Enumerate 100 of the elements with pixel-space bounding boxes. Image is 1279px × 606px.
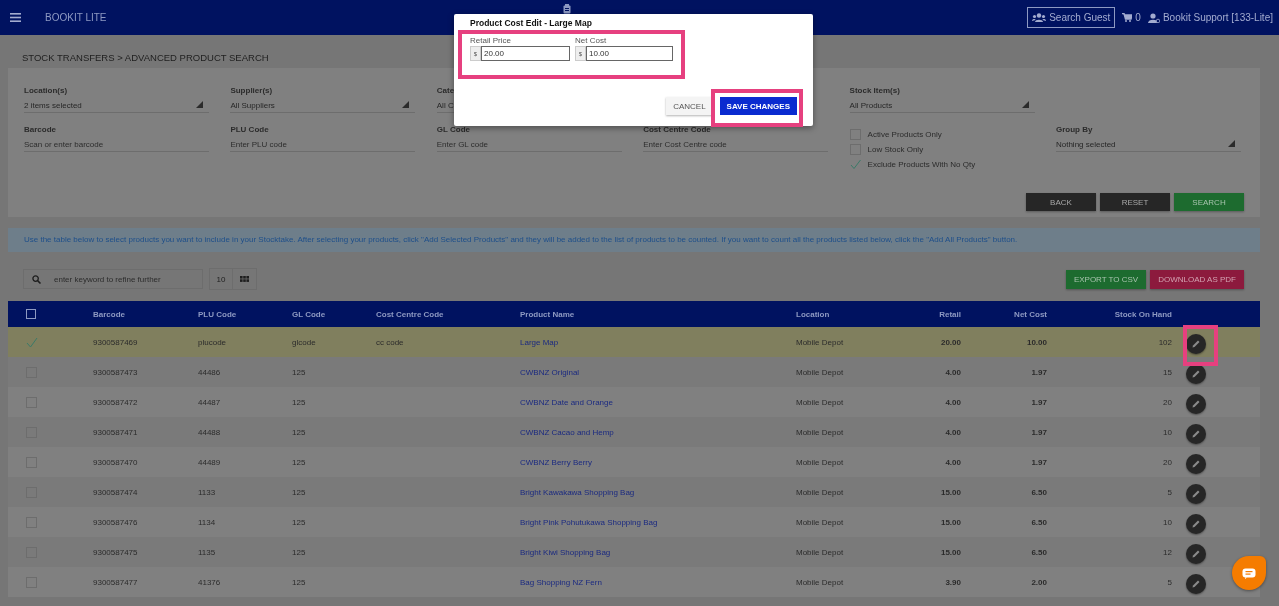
cart-count: 0 [1135,12,1141,23]
column-header[interactable]: GL Code [292,309,326,319]
product-link[interactable]: CWBNZ Date and Orange [520,397,613,407]
product-link[interactable]: Bright Pink Pohutukawa Shopping Bag [520,517,658,527]
table-row[interactable]: 9300587475 1135 125 Bright Kiwi Shopping Bag Mobile Depot 15.00 6.50 12 [8,537,1260,567]
input-field[interactable]: 20.00 [481,46,570,61]
dropdown-field[interactable]: All Suppliers [230,98,416,113]
table-cell: 3.90 [945,577,961,587]
select-all-checkbox[interactable] [26,309,36,319]
table-cell: 44486 [198,367,221,377]
table-cell: 125 [292,397,306,407]
secondary-button[interactable]: BACK [1026,193,1096,211]
chat-icon [1242,567,1256,579]
product-link[interactable]: CWBNZ Original [520,367,580,377]
edit-button[interactable] [1186,544,1206,564]
grid-view-button[interactable] [233,268,257,290]
input-field[interactable]: Enter GL code [436,140,622,149]
table-row[interactable]: 9300587474 1133 125 Bright Kawakawa Shopping Bag Mobile Depot 15.00 6.50 5 [8,477,1260,507]
breadcrumb: STOCK TRANSFERS > ADVANCED PRODUCT SEARCH [22,52,269,63]
table-cell: 125 [292,577,306,587]
edit-button[interactable] [1186,514,1206,534]
edit-button[interactable] [1186,424,1206,444]
product-link[interactable]: Bag Shopping NZ Fern [520,577,602,587]
export-csv-button[interactable]: EXPORT TO CSV [1065,269,1147,289]
input-field[interactable]: Enter PLU code [230,140,416,149]
pencil-icon [1192,550,1200,558]
table-cell: 20 [1163,397,1172,407]
field-label: Cost Centre Code [643,125,712,136]
submit-button[interactable]: SEARCH [1174,193,1244,211]
dropdown-field[interactable]: Nothing selected [1055,137,1241,152]
column-header[interactable]: Cost Centre Code [376,309,444,319]
table-cell: Mobile Depot [796,487,844,497]
table-cell: cc code [376,337,404,347]
product-link[interactable]: CWBNZ Cacao and Hemp [520,427,614,437]
table-cell: 1.97 [1031,457,1047,467]
dropdown-field[interactable]: All Products [849,98,1035,113]
table-cell: 44487 [198,397,221,407]
save-changes-button[interactable]: SAVE CHANGES [719,97,797,115]
table-cell: 125 [292,367,306,377]
table-cell: 9300587477 [93,577,138,587]
edit-button[interactable] [1186,484,1206,504]
column-header[interactable]: Retail [939,309,961,319]
table-cell: 5 [1167,487,1172,497]
table-cell: 2.00 [1031,577,1047,587]
edit-button[interactable] [1186,574,1206,594]
secondary-button[interactable]: RESET [1100,193,1170,211]
page-size-selector[interactable]: 10 [209,268,233,290]
table-row[interactable]: 9300587477 41376 125 Bag Shopping NZ Fern Mobile Depot 3.90 2.00 5 [8,567,1260,597]
column-header[interactable]: PLU Code [198,309,237,319]
table-cell: 4.00 [945,427,961,437]
product-link[interactable]: Bright Kiwi Shopping Bag [520,547,611,557]
table-cell: Mobile Depot [796,457,844,467]
cart-icon[interactable] [1122,13,1133,22]
column-header[interactable]: Location [796,309,830,319]
column-header[interactable]: Barcode [93,309,125,319]
table-cell: 9300587473 [93,367,138,377]
column-header[interactable]: Product Name [520,309,575,319]
table-cell: 10 [1163,517,1172,527]
edit-button[interactable] [1186,334,1206,354]
edit-button[interactable] [1186,394,1206,414]
edit-button[interactable] [1186,364,1206,384]
clipboard-icon[interactable] [562,4,571,14]
search-input[interactable]: enter keyword to refine further [54,274,194,284]
caret-icon [1227,140,1235,147]
user-icon[interactable] [1147,12,1160,23]
table-row[interactable]: 9300587473 44486 125 CWBNZ Original Mobile Depot 4.00 1.97 15 [8,357,1260,387]
table-cell: 1.97 [1031,397,1047,407]
product-link[interactable]: Bright Kawakawa Shopping Bag [520,487,635,497]
table-row[interactable]: 9300587470 44489 125 CWBNZ Berry Berry Mobile Depot 4.00 1.97 20 [8,447,1260,477]
checkmark-icon[interactable] [849,159,861,170]
chat-button[interactable] [1232,556,1266,590]
table-search-field[interactable]: enter keyword to refine further [23,269,203,289]
table-cell: glcode [292,337,316,347]
table-cell: 125 [292,487,306,497]
edit-button[interactable] [1186,454,1206,474]
column-header[interactable]: Net Cost [1014,309,1047,319]
pencil-icon [1192,430,1200,438]
table-row[interactable]: 9300587469 plucode glcode cc code Large Map Mobile Depot 20.00 10.00 102 [8,327,1260,357]
field-label: Group By [1055,125,1094,136]
input-field[interactable]: Enter Cost Centre code [643,140,829,149]
table-cell: 9300587475 [93,547,138,557]
cancel-button[interactable]: CANCEL [666,97,713,115]
table-cell: 5 [1167,577,1172,587]
table-row[interactable]: 9300587476 1134 125 Bright Pink Pohutukawa Shopping Bag Mobile Depot 15.00 6.50 10 [8,507,1260,537]
download-pdf-button[interactable]: DOWNLOAD AS PDF [1150,269,1244,289]
dropdown-field[interactable]: 2 items selected [24,98,209,113]
product-link[interactable]: Large Map [520,337,559,347]
table-row[interactable]: 9300587471 44488 125 CWBNZ Cacao and Hemp Mobile Depot 4.00 1.97 10 [8,417,1260,447]
table-cell: plucode [198,337,227,347]
table-row[interactable]: 9300587472 44487 125 CWBNZ Date and Orange Mobile Depot 4.00 1.97 20 [8,387,1260,417]
pencil-icon [1192,340,1200,348]
checkmark-icon[interactable] [26,336,38,348]
user-name[interactable]: Bookit Support [133-Lite] [1162,12,1273,23]
highlight-frame [1183,325,1218,366]
search-guest-button[interactable]: Search Guest [1027,7,1116,28]
column-header[interactable]: Stock On Hand [1114,309,1172,319]
product-link[interactable]: CWBNZ Berry Berry [520,457,592,467]
input-field[interactable]: 10.00 [586,46,673,61]
menu-icon[interactable] [10,13,21,22]
table-cell: 125 [292,427,306,437]
